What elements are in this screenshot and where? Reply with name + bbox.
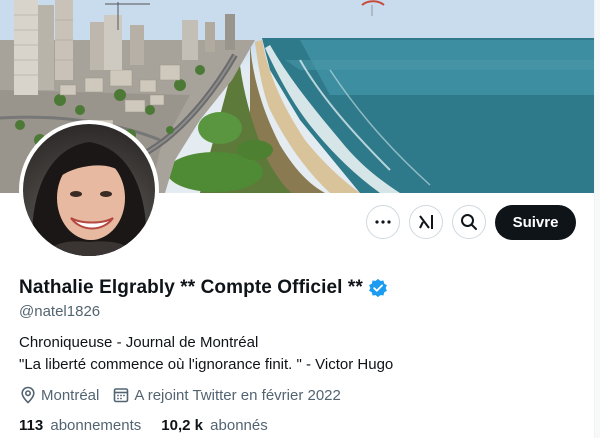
followers-link[interactable]: 10,2 k abonnés: [161, 417, 267, 434]
page-edge: [594, 0, 600, 438]
name-row: Nathalie Elgrably ** Compte Officiel **: [19, 277, 388, 299]
following-link[interactable]: 113 abonnements: [19, 417, 141, 434]
bio-line: "La liberté commence où l'ignorance fini…: [19, 356, 394, 373]
location-text: Montréal: [41, 386, 100, 404]
followers-count: 10,2 k: [161, 417, 203, 434]
joined-text: A rejoint Twitter en février 2022: [134, 386, 341, 404]
profile-avatar[interactable]: [19, 120, 159, 260]
location-item: Montréal: [19, 386, 99, 404]
grok-button[interactable]: [409, 205, 443, 239]
profile-meta: Montréal A rejoint Twitter en février 20…: [19, 386, 354, 404]
display-name: Nathalie Elgrably ** Compte Officiel **: [19, 277, 363, 298]
following-label: abonnements: [50, 417, 142, 434]
calendar-icon: [114, 388, 129, 403]
grok-icon: [419, 215, 433, 229]
search-icon: [461, 214, 477, 230]
search-button[interactable]: [452, 205, 486, 239]
more-options-button[interactable]: [366, 205, 400, 239]
bio-line: Chroniqueuse - Journal de Montréal: [19, 334, 259, 351]
avatar-photo: [23, 124, 155, 256]
follow-stats: 113 abonnements 10,2 k abonnés: [19, 417, 288, 434]
followers-label: abonnés: [210, 417, 268, 434]
verified-badge-icon[interactable]: [368, 278, 388, 298]
more-horizontal-icon: [375, 220, 391, 224]
location-pin-icon: [21, 386, 35, 404]
following-count: 113: [19, 417, 44, 434]
joined-item: A rejoint Twitter en février 2022: [112, 386, 341, 404]
follow-button[interactable]: Suivre: [495, 205, 576, 240]
user-handle: @natel1826: [19, 303, 101, 320]
